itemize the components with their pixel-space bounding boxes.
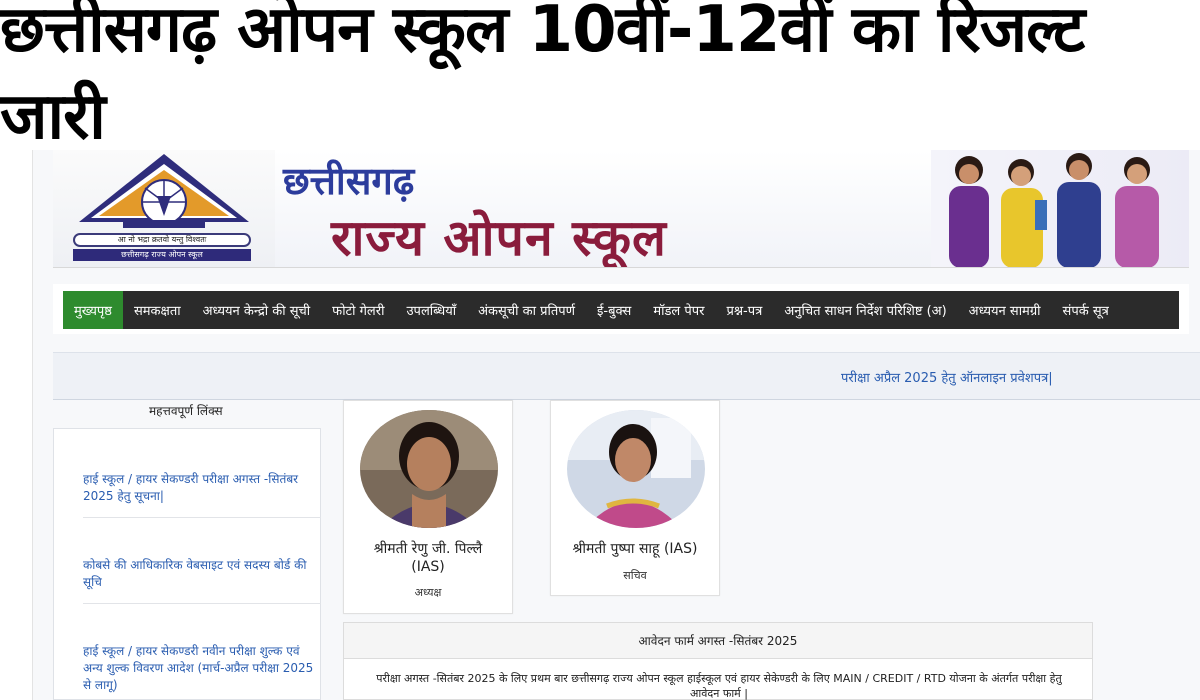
headline: छत्तीसगढ़ ओपन स्कूल 10वीं-12वीं का रिजल्…	[0, 0, 1085, 154]
nav-item-home[interactable]: मुख्यपृष्ठ	[63, 291, 123, 329]
application-form-panel: आवेदन फार्म अगस्त -सितंबर 2025 परीक्षा अ…	[343, 622, 1093, 700]
ticker-link[interactable]: परीक्षा अप्रैल 2025 हेतु ऑनलाइन प्रवेशपत…	[841, 368, 1053, 386]
official-photo	[567, 410, 705, 528]
nav-item-ebooks[interactable]: ई-बुक्स	[586, 291, 642, 329]
logo-motto: आ नो भद्रा क्रतवो यन्तु विश्वतः	[73, 233, 251, 247]
notice-ticker: परीक्षा अप्रैल 2025 हेतु ऑनलाइन प्रवेशपत…	[53, 352, 1200, 400]
nav-item-question-papers[interactable]: प्रश्न-पत्र	[715, 291, 773, 329]
site-banner: आ नो भद्रा क्रतवो यन्तु विश्वतः छत्तीसगढ…	[53, 150, 1189, 268]
sidebar-link-cobse-website[interactable]: कोबसे की आधिकारिक वेबसाइट एवं सदस्य बोर्…	[83, 557, 315, 591]
site-logo[interactable]: आ नो भद्रा क्रतवो यन्तु विश्वतः छत्तीसगढ…	[53, 150, 275, 267]
nav-item-study-material[interactable]: अध्ययन सामग्री	[958, 291, 1052, 329]
sidebar-divider	[83, 603, 321, 604]
navigation-wrapper: मुख्यपृष्ठ समकक्षता अध्ययन केन्द्रो की स…	[53, 284, 1189, 334]
panel-body-text[interactable]: परीक्षा अगस्त -सितंबर 2025 के लिए प्रथम …	[360, 671, 1078, 700]
sidebar-link-exam-notice[interactable]: हाई स्कूल / हायर सेकण्डरी परीक्षा अगस्त …	[83, 471, 315, 505]
nav-item-photo-gallery[interactable]: फोटो गेलरी	[321, 291, 395, 329]
logo-name: छत्तीसगढ़ राज्य ओपन स्कूल	[73, 249, 251, 261]
nav-item-achievements[interactable]: उपलब्धियाँ	[395, 291, 467, 329]
portrait-image-icon	[360, 410, 498, 528]
nav-item-equivalence[interactable]: समकक्षता	[123, 291, 192, 329]
official-suffix: (IAS)	[411, 559, 445, 575]
sidebar-title: महत्तवपूर्ण लिंक्स	[149, 404, 223, 418]
official-card-secretary: श्रीमती पुष्पा साहू (IAS) सचिव	[550, 400, 720, 596]
banner-title-line1: छत्तीसगढ़	[283, 159, 415, 203]
nav-item-marksheet-counterfoil[interactable]: अंकसूची का प्रतिपर्ण	[467, 291, 586, 329]
website-frame: आ नो भद्रा क्रतवो यन्तु विश्वतः छत्तीसगढ…	[32, 150, 1200, 700]
important-links-sidebar: हाई स्कूल / हायर सेकण्डरी परीक्षा अगस्त …	[53, 428, 321, 700]
sidebar-divider	[83, 517, 321, 518]
nav-item-model-paper[interactable]: मॉडल पेपर	[642, 291, 715, 329]
official-name: श्रीमती पुष्पा साहू (IAS)	[572, 541, 698, 557]
official-role: सचिव	[623, 569, 647, 582]
banner-title-area: छत्तीसगढ़ राज्य ओपन स्कूल	[275, 150, 931, 267]
main-navbar: मुख्यपृष्ठ समकक्षता अध्ययन केन्द्रो की स…	[63, 291, 1179, 329]
panel-heading: आवेदन फार्म अगस्त -सितंबर 2025	[344, 623, 1092, 659]
nav-item-unfair-means-appendix[interactable]: अनुचित साधन निर्देश परिशिष्ट (अ)	[773, 291, 957, 329]
official-card-chairperson: श्रीमती रेणु जी. पिल्लै (IAS) अध्यक्ष	[343, 400, 513, 614]
banner-title-line2: राज्य ओपन स्कूल	[331, 209, 667, 267]
official-name: श्रीमती रेणु जी. पिल्लै	[373, 541, 483, 557]
nav-item-contact[interactable]: संपर्क सूत्र	[1052, 291, 1120, 329]
students-photo	[931, 150, 1189, 267]
official-photo	[360, 410, 498, 528]
nav-item-study-centres[interactable]: अध्ययन केन्द्रो की सूची	[192, 291, 322, 329]
sidebar-link-fee-order[interactable]: हाई स्कूल / हायर सेकण्डरी नवीन परीक्षा श…	[83, 643, 315, 694]
portrait-image-icon	[567, 410, 705, 528]
students-image-icon	[949, 153, 1159, 267]
official-role: अध्यक्ष	[414, 586, 442, 599]
